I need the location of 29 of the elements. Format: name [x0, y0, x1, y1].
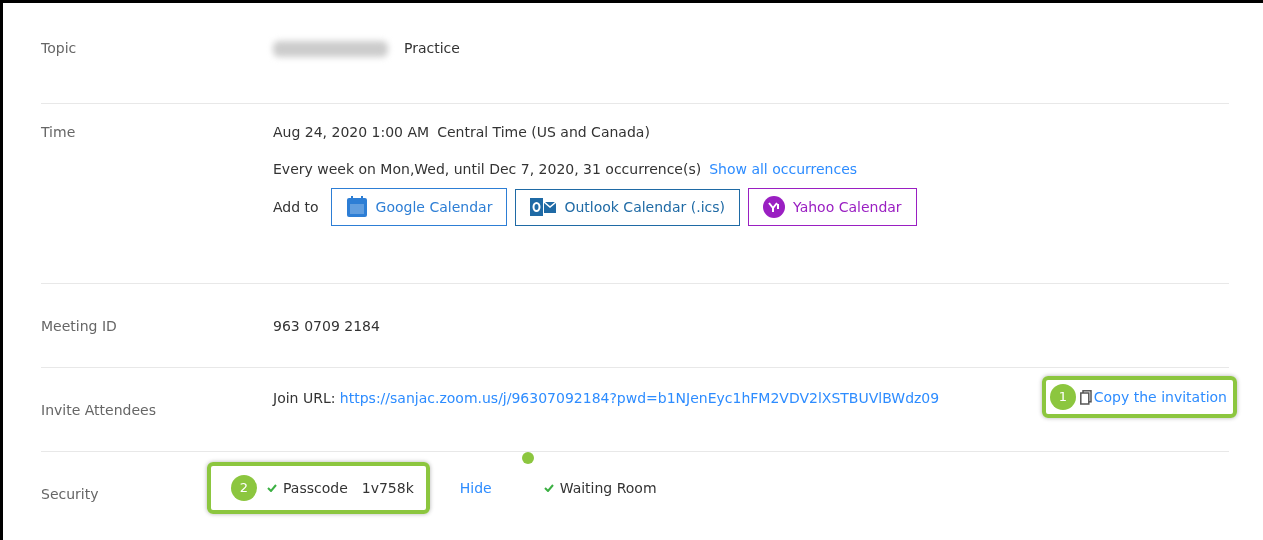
- field-label: Time: [41, 124, 76, 140]
- option-label: Passcode: [283, 478, 348, 498]
- callout-number: 2: [231, 475, 257, 501]
- join-url-link[interactable]: https://sanjac.zoom.us/j/96307092184?pwd=b1NJenEyc1hFM2VDV2lXSTBUVlBWdz09: [339, 390, 940, 406]
- field-label: Security: [41, 486, 99, 502]
- marker-dot: [521, 452, 534, 464]
- add-to-label: Add to: [273, 197, 319, 217]
- mail-icon: [530, 197, 557, 217]
- time-zone: Central Time (US and Canada): [437, 123, 650, 142]
- show-occurrences-link[interactable]: Show all occurrences: [709, 159, 858, 180]
- meeting-id: 963 0709 2184: [273, 318, 380, 334]
- callout-number: 1: [1049, 384, 1076, 410]
- field-label: Topic: [41, 40, 77, 56]
- copy-icon: [1079, 389, 1092, 405]
- topic-text: Practice: [404, 39, 460, 58]
- recurrence-text: Every week on Mon,Wed, until Dec 7, 2020, 31 occurrence(s): [273, 160, 702, 179]
- hide-link[interactable]: Hide: [459, 477, 492, 499]
- calendar-icon: [345, 196, 368, 218]
- meeting-time: Aug 24, 2020 1:00 AM: [273, 123, 430, 142]
- field-label: Meeting ID: [41, 318, 117, 334]
- copy-invitation-link[interactable]: Copy the invitation: [1093, 386, 1227, 408]
- passcode-value: 1v758k: [361, 478, 414, 498]
- join-url-text: Join URL: https://sanjac.zoom.us/j/96307092184?pwd=b1NJenEyc1hFM2VDV2lXSTBUVlBWdz09: [273, 389, 940, 408]
- field-label: Invite Attendees: [41, 402, 156, 418]
- calendar-button[interactable]: Outlook Calendar (.ics): [515, 188, 740, 226]
- calendar-button[interactable]: Google Calendar: [330, 188, 508, 226]
- yahoo-icon: [763, 196, 785, 218]
- calendar-button[interactable]: Yahoo Calendar: [748, 188, 917, 226]
- option-label: Waiting Room: [559, 478, 657, 498]
